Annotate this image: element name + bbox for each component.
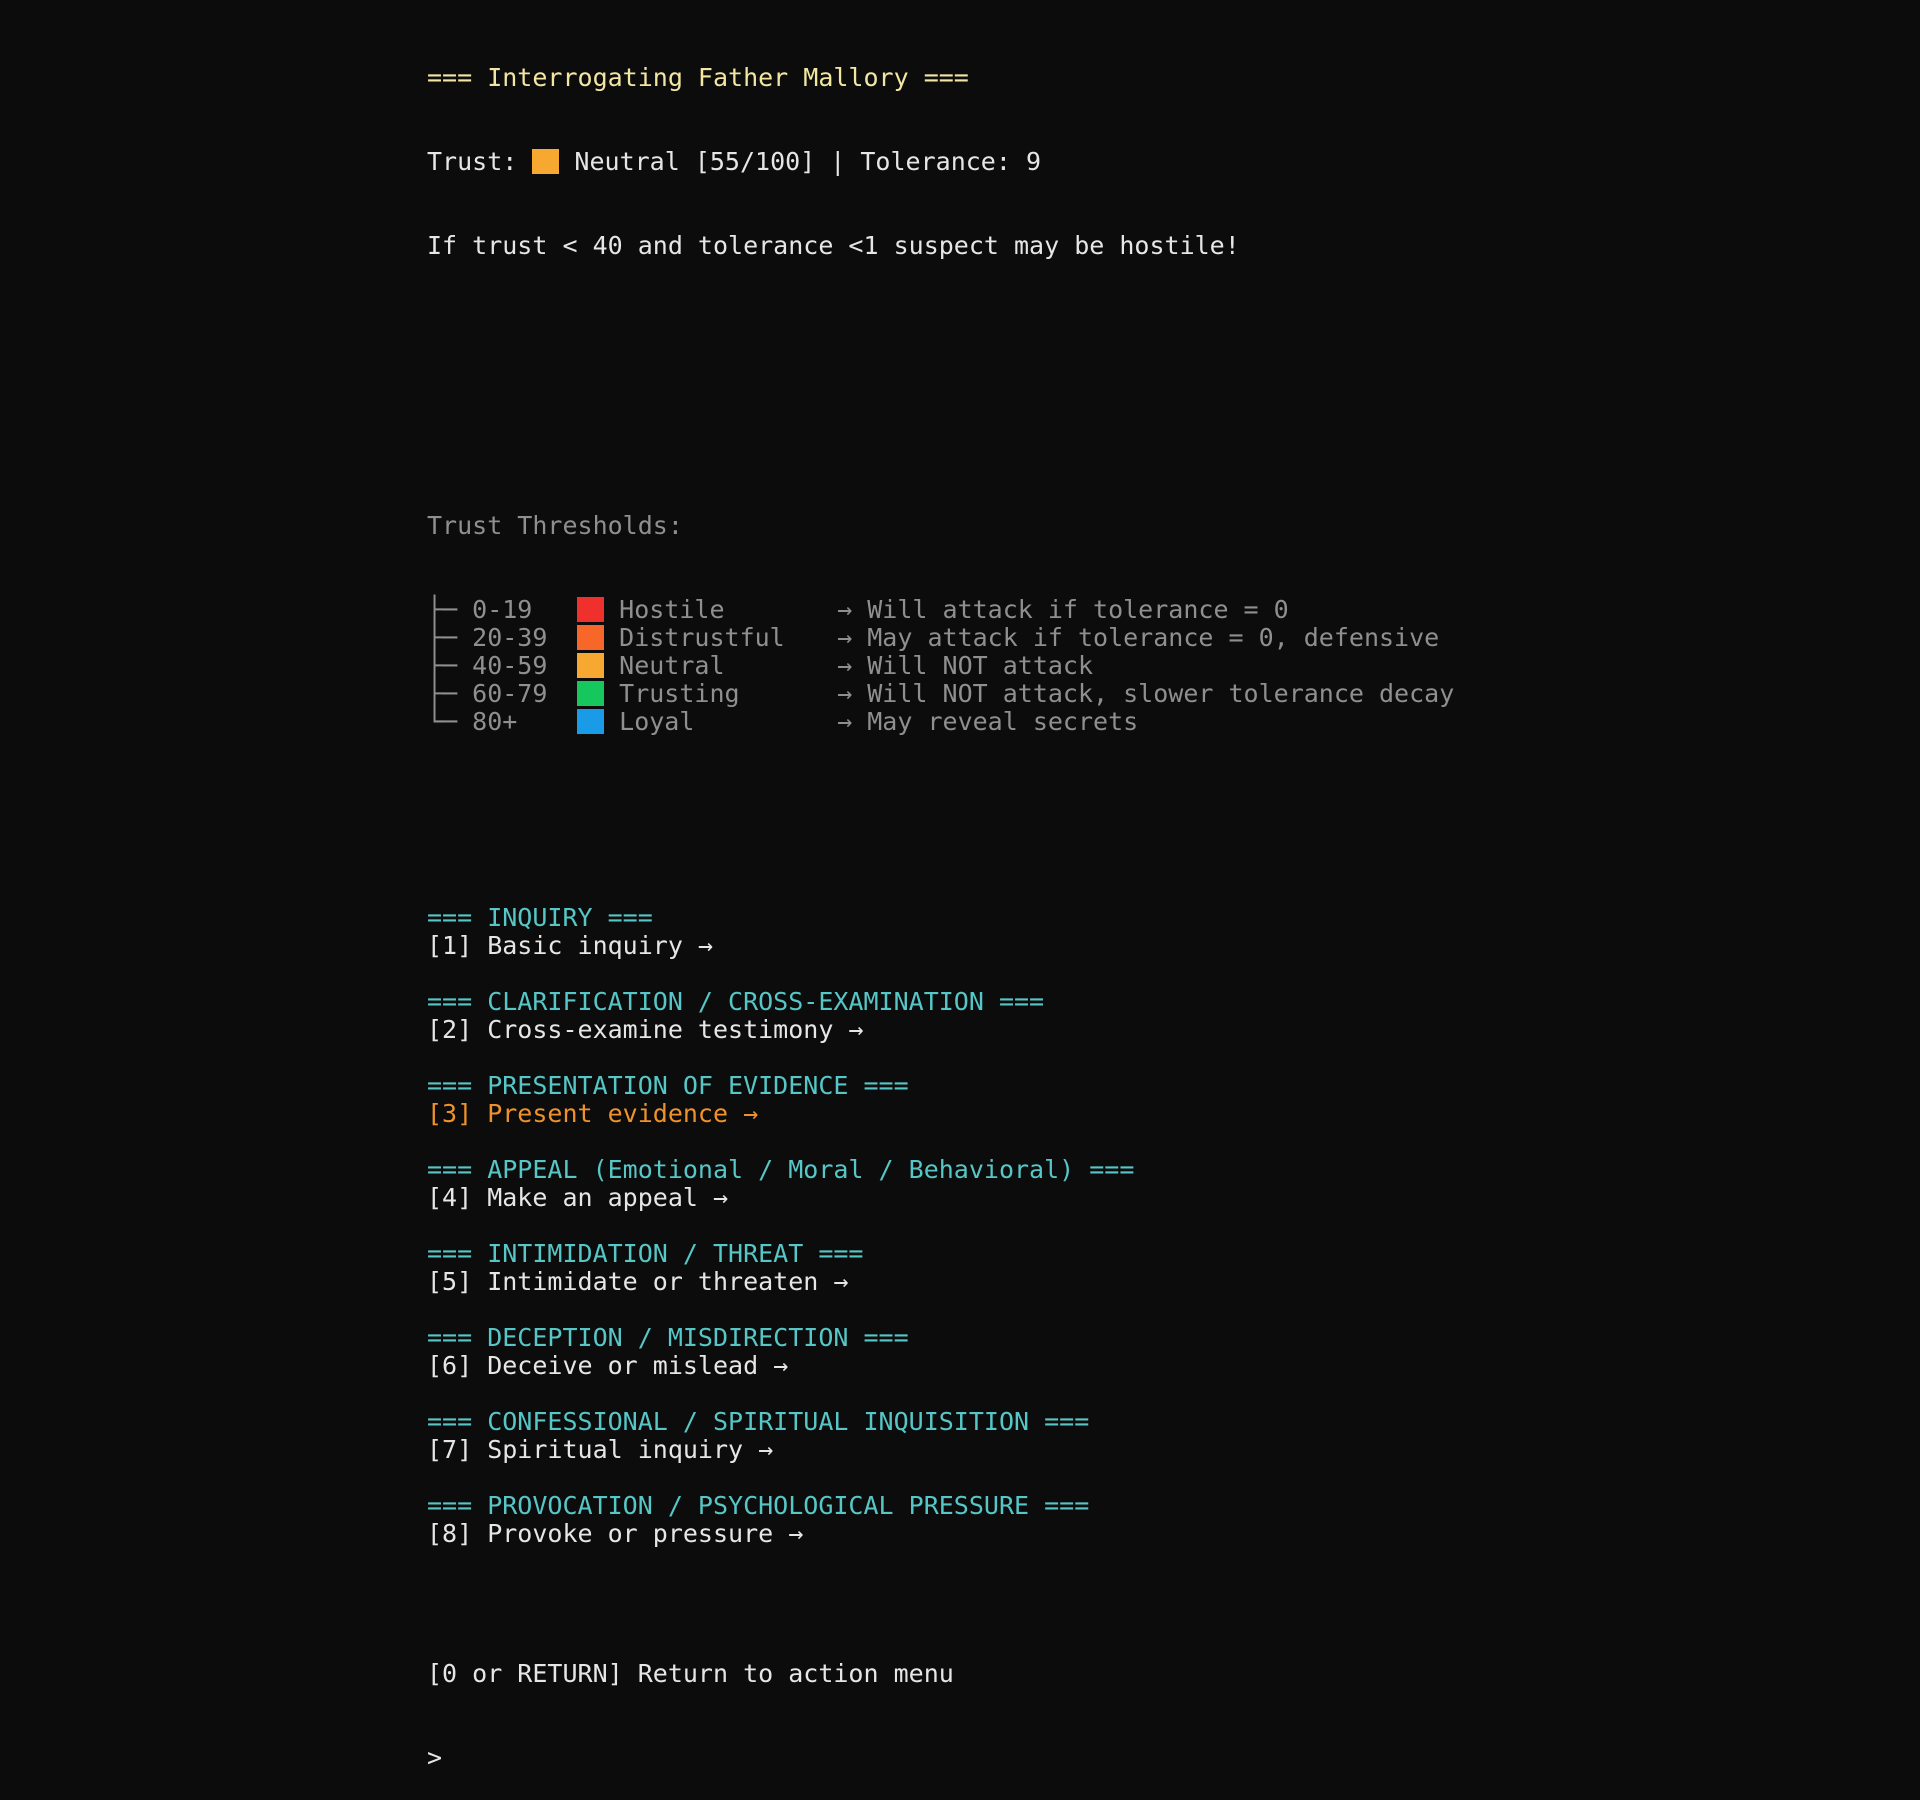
threshold-name: Loyal: [619, 707, 695, 736]
command-prompt[interactable]: >: [427, 1744, 1454, 1772]
threshold-name: Neutral: [619, 651, 725, 680]
threshold-name: Hostile: [619, 595, 725, 624]
tree-branch: ├─: [427, 651, 473, 680]
threshold-color-swatch: [577, 653, 605, 678]
menu-option-7[interactable]: [7] Spiritual inquiry →: [427, 1436, 1454, 1464]
section-heading: === INTIMIDATION / THREAT ===: [427, 1239, 864, 1268]
action-sections: === INQUIRY === [1] Basic inquiry → === CL…: [427, 904, 1454, 1576]
threshold-name: Distrustful: [619, 623, 785, 652]
threshold-row: ├─ 20-39 Distrustful → May attack if toler…: [427, 624, 1454, 652]
threshold-row: ├─ 0-19 Hostile → Will attack if tolerance…: [427, 596, 1454, 624]
threshold-color-swatch: [577, 625, 605, 650]
tree-branch: ├─: [427, 679, 473, 708]
threshold-range: 40-59: [472, 651, 548, 680]
interrogation-title: === Interrogating Father Mallory ===: [427, 63, 969, 92]
threshold-effect: → May reveal secrets: [837, 707, 1139, 736]
threshold-color-swatch: [577, 597, 605, 622]
threshold-name: Trusting: [619, 679, 740, 708]
section-heading: === INQUIRY ===: [427, 903, 653, 932]
threshold-effect: → Will NOT attack, slower tolerance deca…: [837, 679, 1455, 708]
threshold-row: ├─ 40-59 Neutral → Will NOT attack: [427, 652, 1454, 680]
threshold-color-swatch: [577, 681, 605, 706]
trust-color-swatch: [532, 149, 560, 174]
thresholds-list: ├─ 0-19 Hostile → Will attack if tolerance…: [427, 596, 1454, 736]
threshold-range: 80+: [472, 707, 518, 736]
threshold-range: 20-39: [472, 623, 548, 652]
section-heading: === CONFESSIONAL / SPIRITUAL INQUISITION…: [427, 1407, 1090, 1436]
menu-option-4[interactable]: [4] Make an appeal →: [427, 1184, 1454, 1212]
terminal-output: === Interrogating Father Mallory === Tru…: [427, 8, 1454, 1800]
threshold-effect: → May attack if tolerance = 0, defensive: [837, 623, 1440, 652]
threshold-range: 0-19: [472, 595, 533, 624]
menu-option-8[interactable]: [8] Provoke or pressure →: [427, 1520, 1454, 1548]
section-heading: === CLARIFICATION / CROSS-EXAMINATION ==…: [427, 987, 1045, 1016]
menu-option-5[interactable]: [5] Intimidate or threaten →: [427, 1268, 1454, 1296]
section-heading: === PROVOCATION / PSYCHOLOGICAL PRESSURE…: [427, 1491, 1090, 1520]
threshold-row: └─ 80+ Loyal → May reveal secrets: [427, 708, 1454, 736]
threshold-range: 60-79: [472, 679, 548, 708]
menu-option-6[interactable]: [6] Deceive or mislead →: [427, 1352, 1454, 1380]
menu-option-3[interactable]: [3] Present evidence →: [427, 1100, 1454, 1128]
return-option[interactable]: [0 or RETURN] Return to action menu: [427, 1660, 1454, 1688]
threshold-effect: → Will NOT attack: [837, 651, 1094, 680]
trust-text: Neutral [55/100] | Tolerance: 9: [559, 147, 1041, 176]
trust-status: Trust: Neutral [55/100] | Tolerance: 9: [427, 148, 1454, 176]
tree-branch: ├─: [427, 623, 473, 652]
section-heading: === DECEPTION / MISDIRECTION ===: [427, 1323, 909, 1352]
trust-label: Trust:: [427, 147, 533, 176]
menu-option-1[interactable]: [1] Basic inquiry →: [427, 932, 1454, 960]
threshold-effect: → Will attack if tolerance = 0: [837, 595, 1289, 624]
section-heading: === APPEAL (Emotional / Moral / Behavior…: [427, 1155, 1135, 1184]
menu-option-2[interactable]: [2] Cross-examine testimony →: [427, 1016, 1454, 1044]
tree-branch: └─: [427, 707, 473, 736]
hostility-warning: If trust < 40 and tolerance <1 suspect m…: [427, 231, 1240, 260]
thresholds-heading: Trust Thresholds:: [427, 511, 683, 540]
threshold-color-swatch: [577, 709, 605, 734]
tree-branch: ├─: [427, 595, 473, 624]
section-heading: === PRESENTATION OF EVIDENCE ===: [427, 1071, 909, 1100]
threshold-row: ├─ 60-79 Trusting → Will NOT attack, slowe…: [427, 680, 1454, 708]
